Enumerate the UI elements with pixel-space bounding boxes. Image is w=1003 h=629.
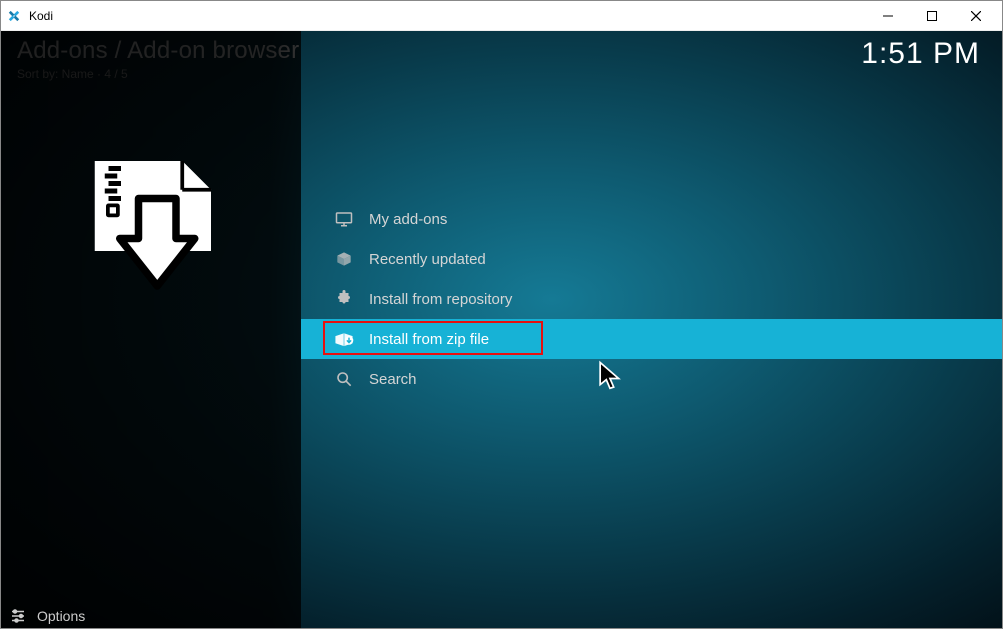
left-pane: [1, 31, 301, 628]
maximize-button[interactable]: [910, 2, 954, 30]
list-item-label: My add-ons: [369, 211, 447, 228]
footer-label: Options: [37, 608, 85, 624]
list-item-install-repository[interactable]: Install from repository: [301, 279, 1002, 319]
options-icon: [9, 608, 27, 624]
list-item-label: Search: [369, 371, 417, 388]
list-item-recently-updated[interactable]: Recently updated: [301, 239, 1002, 279]
titlebar: Kodi: [1, 1, 1002, 31]
list-item-label: Recently updated: [369, 251, 486, 268]
puzzle-icon: [331, 289, 357, 309]
close-button[interactable]: [954, 2, 998, 30]
list-item-label: Install from zip file: [369, 331, 489, 348]
addon-browser-list: My add-ons Recently updated: [301, 31, 1002, 628]
box-open-icon: [331, 249, 357, 269]
search-icon: [331, 369, 357, 389]
zip-box-icon: [331, 329, 357, 349]
window-title: Kodi: [29, 9, 866, 23]
monitor-icon: [331, 209, 357, 229]
zip-download-icon: [76, 151, 226, 306]
list-item-install-zip[interactable]: Install from zip file: [301, 319, 1002, 359]
clock: 1:51 PM: [861, 37, 980, 71]
list-item-label: Install from repository: [369, 291, 512, 308]
app-window: Kodi Add-ons / Add-on browser Sort by: N…: [0, 0, 1003, 629]
kodi-logo-icon: [5, 7, 23, 25]
minimize-button[interactable]: [866, 2, 910, 30]
list-item-search[interactable]: Search: [301, 359, 1002, 399]
list-item-my-addons[interactable]: My add-ons: [301, 199, 1002, 239]
app-content: Add-ons / Add-on browser Sort by: Name ·…: [1, 31, 1002, 628]
footer-options[interactable]: Options: [9, 608, 85, 624]
